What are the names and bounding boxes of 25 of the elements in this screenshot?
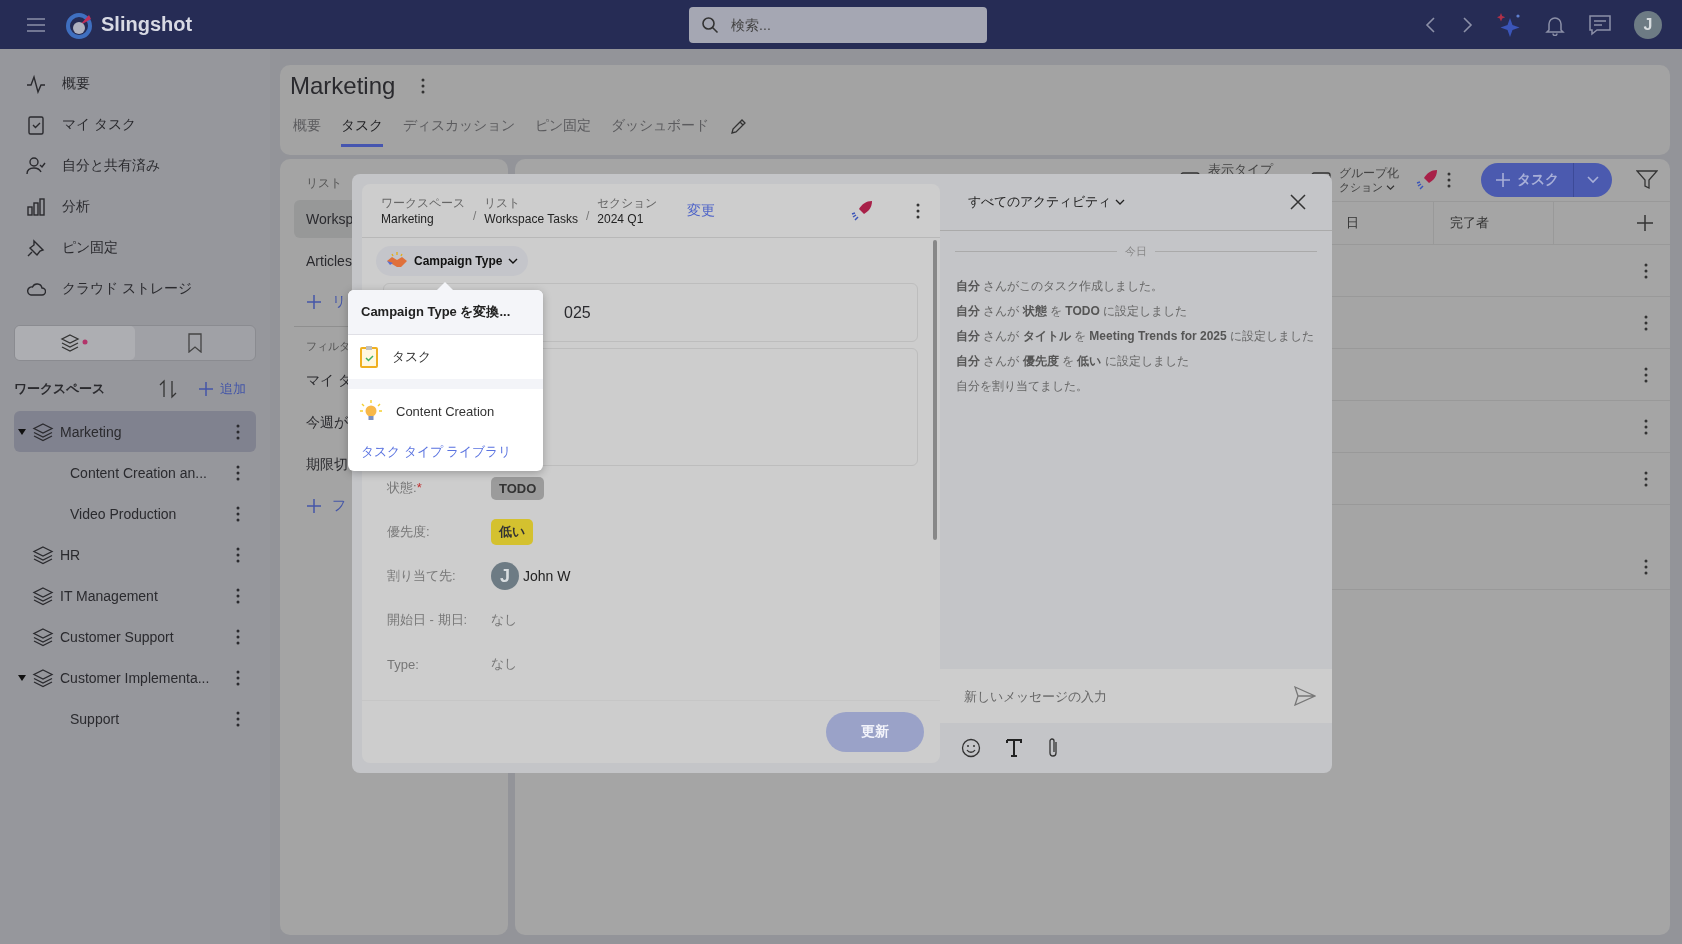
breadcrumb-label: セクション xyxy=(597,195,658,212)
column-header: 日 xyxy=(1345,214,1360,232)
activity-entry: 自分 さんが 優先度 を 低い に設定しました xyxy=(956,353,1189,370)
section-title: リスト xyxy=(305,175,343,192)
field-label: 開始日 - 期日: xyxy=(386,611,469,629)
activity-entry: 自分 さんがこのタスク作成しました。 xyxy=(956,278,1164,295)
user-avatar: J xyxy=(491,562,519,590)
field-label: 優先度: xyxy=(386,523,431,541)
breadcrumb-separator: / xyxy=(473,208,477,223)
menu-title: Campaign Type を変換... xyxy=(348,290,543,335)
field-label: Type: xyxy=(386,656,420,672)
page-title: Marketing xyxy=(290,72,396,100)
column-header: 完了者 xyxy=(1433,202,1553,244)
date-divider: 今日 xyxy=(1125,243,1147,259)
field-label: 割り当て先: xyxy=(386,567,457,585)
section-title: フィルタ xyxy=(305,339,351,354)
breadcrumb-separator: / xyxy=(585,208,590,223)
activity-entry: 自分 さんが タイトル を Meeting Trends for 2025 に設定しました xyxy=(956,328,1315,345)
breadcrumb-label: リスト xyxy=(484,195,522,212)
activity-entry: 自分を割り当てました。 xyxy=(956,378,1088,395)
app-name: Slingshot xyxy=(101,13,193,36)
field-label: 状態:* xyxy=(386,479,423,497)
breadcrumb-label: ワークスペース xyxy=(381,195,465,212)
section-title: ワークスペース xyxy=(14,380,106,398)
activity-entry: 自分 さんが 状態 を TODO に設定しました xyxy=(956,303,1188,320)
